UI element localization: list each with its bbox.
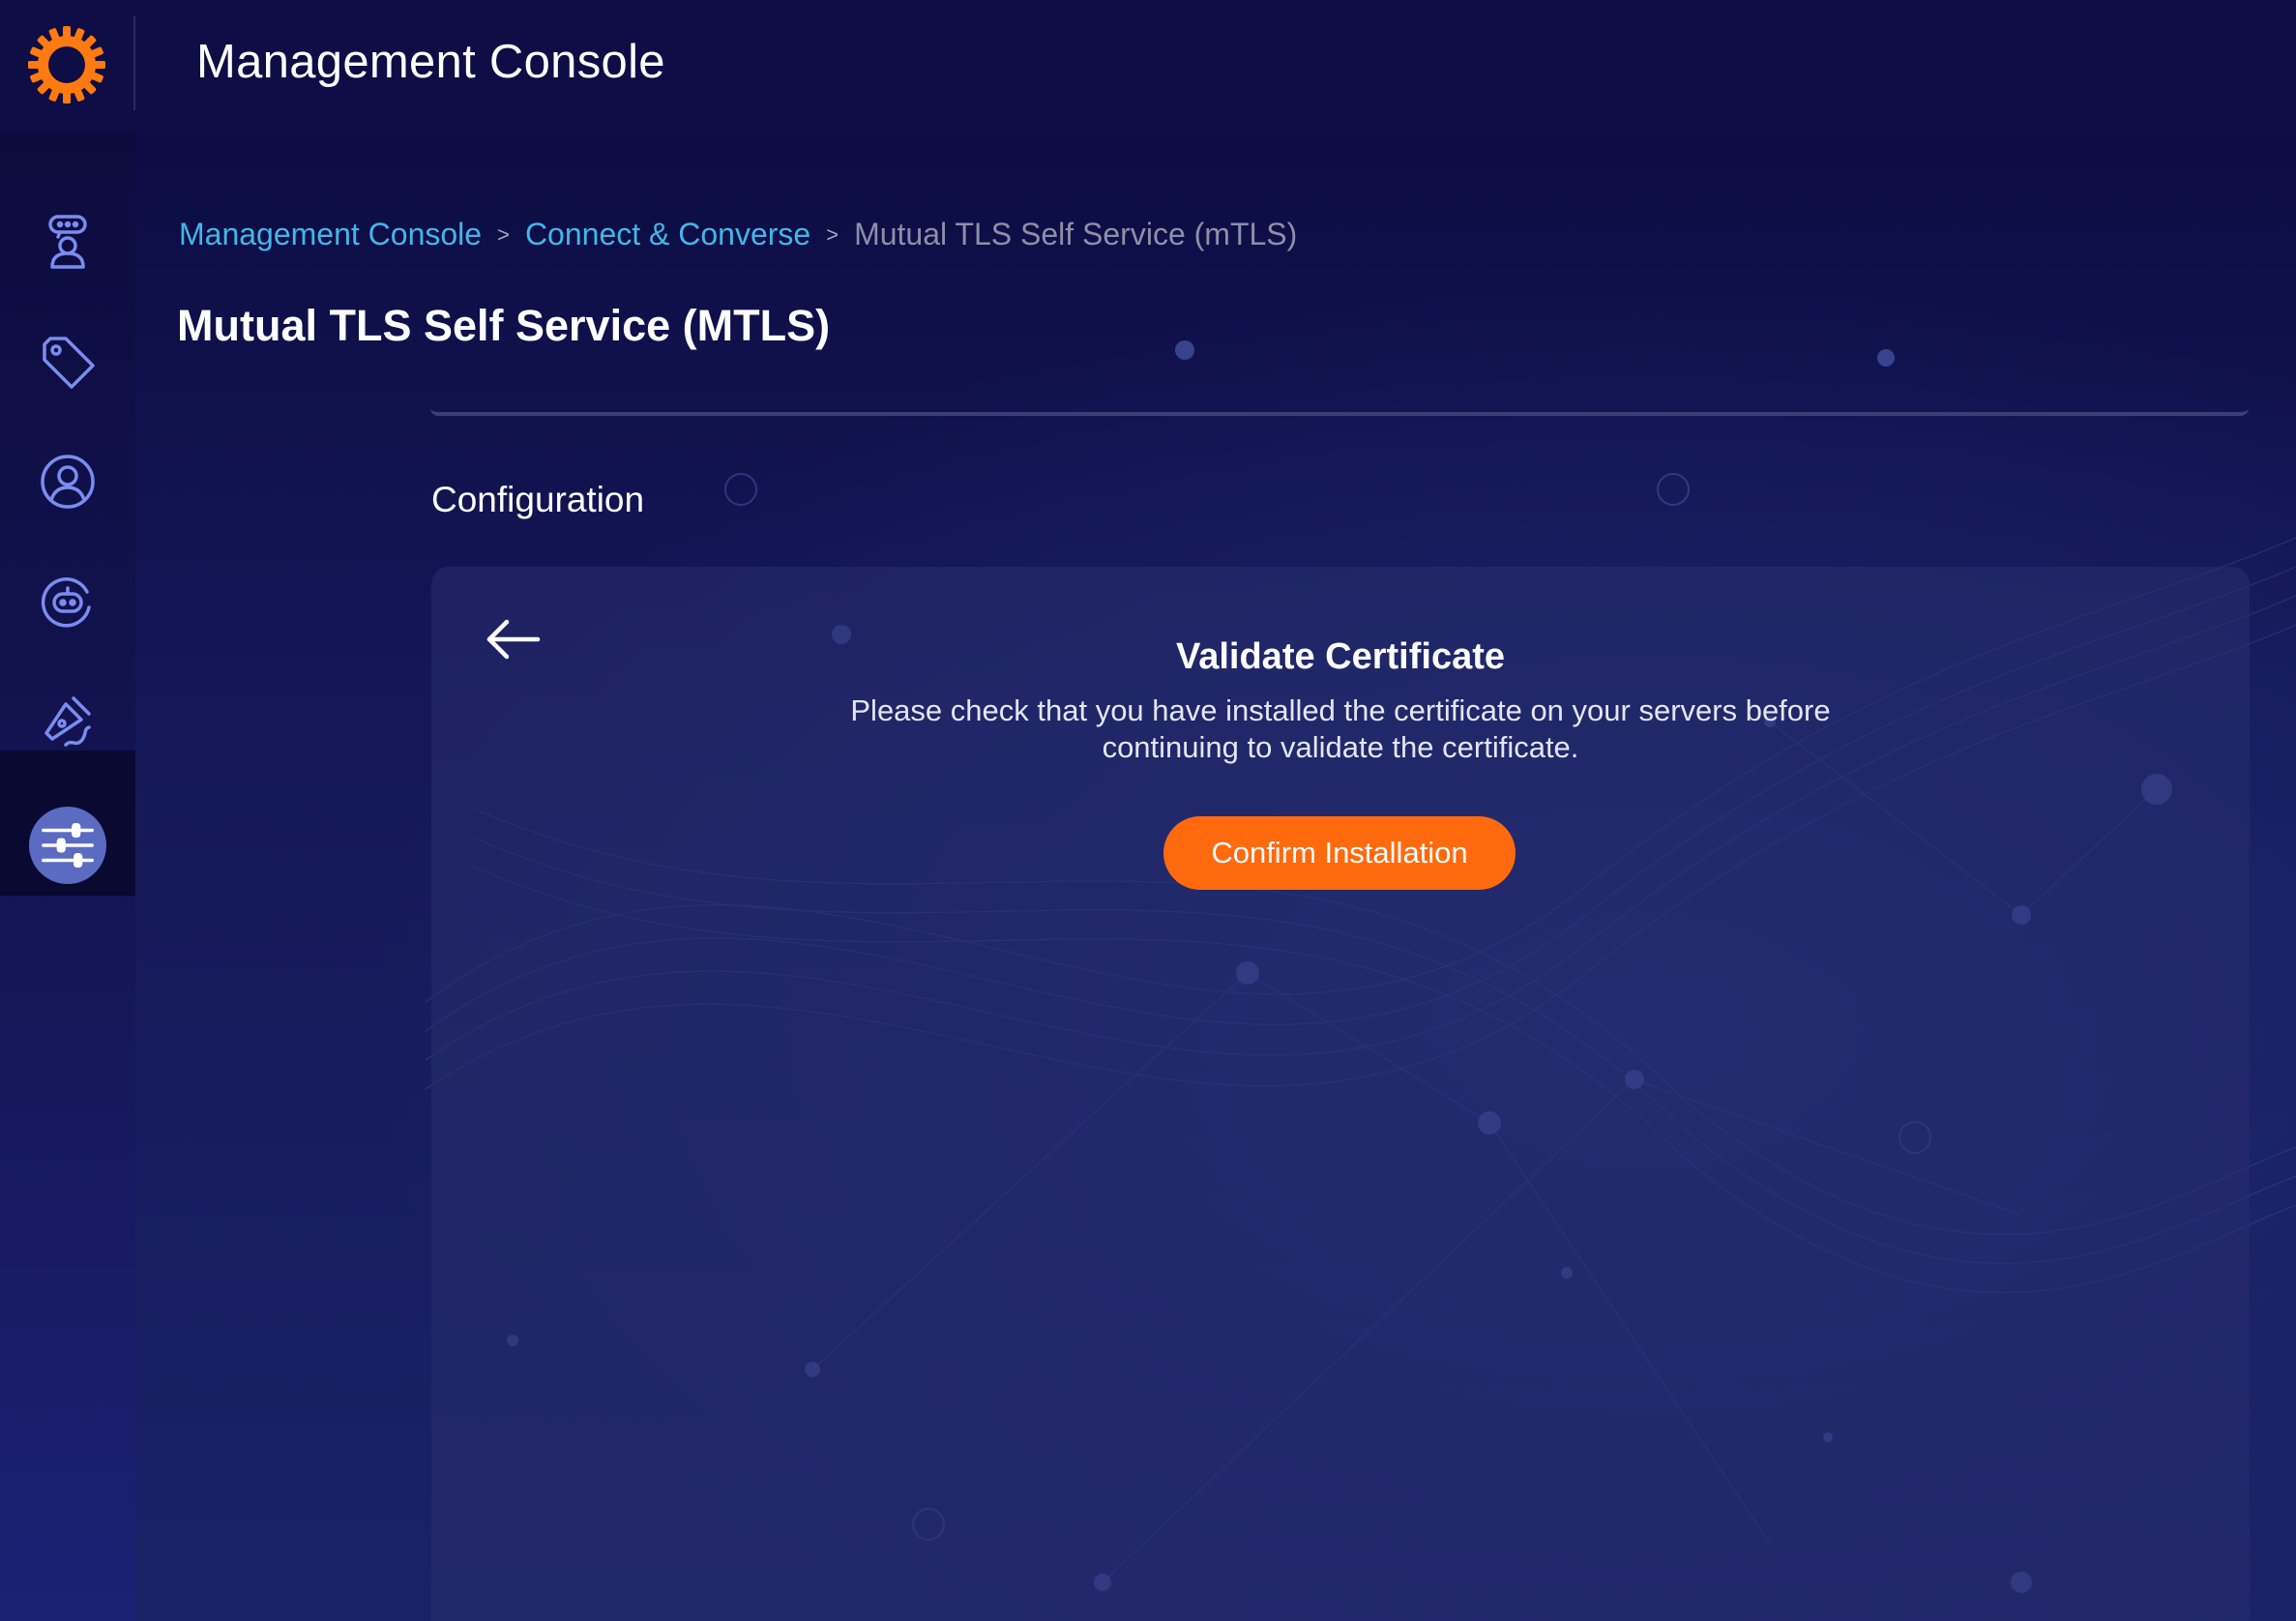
breadcrumb-separator: > [826, 221, 839, 247]
sidebar-item-support[interactable] [27, 201, 108, 282]
sliders-icon [42, 822, 94, 869]
card-description: Please check that you have installed the… [850, 693, 1831, 764]
sidebar-nav [0, 132, 135, 1621]
confirm-installation-button[interactable]: Confirm Installation [1163, 816, 1516, 890]
top-bar: Management Console [0, 0, 2296, 132]
sidebar-item-tags[interactable] [27, 321, 108, 402]
breadcrumb-link-management-console[interactable]: Management Console [179, 217, 482, 252]
validate-certificate-card: Validate Certificate Please check that y… [431, 567, 2250, 1621]
topbar-divider [133, 15, 135, 110]
sidebar-item-settings[interactable] [29, 807, 106, 884]
tag-icon [43, 337, 95, 389]
breadcrumb-current: Mutual TLS Self Service (mTLS) [854, 217, 1298, 251]
pen-tool-icon [44, 696, 91, 747]
page-title: Mutual TLS Self Service (MTLS) [177, 301, 831, 350]
sidebar-item-bots[interactable] [27, 561, 108, 642]
breadcrumb-separator: > [497, 221, 510, 247]
app-title: Management Console [196, 36, 665, 88]
sidebar-item-profile[interactable] [27, 441, 108, 522]
main-content: Management Console > Connect & Converse … [135, 132, 2296, 1621]
user-profile-icon [41, 455, 95, 509]
section-divider [430, 402, 2249, 416]
support-agent-icon [48, 215, 87, 269]
breadcrumb: Management Console > Connect & Converse … [179, 217, 1297, 252]
bot-icon [41, 577, 91, 628]
section-label-configuration: Configuration [431, 480, 645, 519]
card-title: Validate Certificate [1175, 636, 1506, 677]
sun-gear-logo-icon[interactable] [26, 24, 107, 105]
breadcrumb-link-connect-converse[interactable]: Connect & Converse [525, 217, 810, 252]
